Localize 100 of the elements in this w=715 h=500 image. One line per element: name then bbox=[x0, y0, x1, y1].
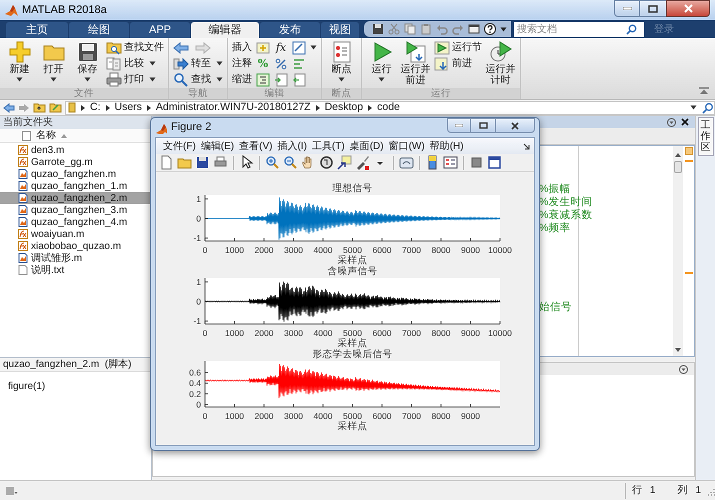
column-header[interactable]: 名称 bbox=[0, 129, 151, 143]
tick-label: 1000 bbox=[225, 411, 244, 421]
ribbon-button[interactable]: 运行并计时 bbox=[485, 40, 516, 86]
tick-label: 0.4 bbox=[189, 378, 201, 388]
back-arrow-icon[interactable] bbox=[3, 102, 15, 112]
row-label: 插入 bbox=[232, 40, 252, 55]
menu-item[interactable]: 窗口(W) bbox=[388, 138, 426, 154]
help-icon[interactable] bbox=[484, 23, 496, 35]
menu-item[interactable]: 帮助(H) bbox=[428, 138, 465, 154]
tick-label: 9000 bbox=[461, 328, 480, 338]
panel-layout-icon[interactable] bbox=[6, 486, 18, 496]
file-row[interactable]: quzao_fangzhen_2.m bbox=[0, 192, 151, 204]
wrap-comment-icon[interactable] bbox=[292, 56, 306, 70]
scroll-down-icon[interactable] bbox=[675, 347, 681, 353]
path-segment[interactable]: code bbox=[377, 100, 400, 116]
script-file-icon bbox=[18, 181, 28, 191]
path-field[interactable]: C: Users Administrator.WIN7U-20180127Z Desktop code bbox=[65, 100, 715, 114]
tick-label: 9000 bbox=[461, 245, 480, 255]
data-cursor-icon[interactable] bbox=[337, 155, 352, 170]
group-label: 断点 bbox=[322, 88, 361, 99]
status-value: 1 bbox=[695, 484, 701, 498]
caret-icon[interactable] bbox=[690, 105, 697, 110]
scrollbar[interactable] bbox=[673, 146, 683, 356]
zoom-in-icon[interactable] bbox=[265, 155, 280, 170]
scroll-up-icon[interactable] bbox=[675, 152, 681, 158]
menu-item[interactable]: 文件(F) bbox=[162, 138, 197, 154]
close-icon[interactable] bbox=[681, 118, 689, 126]
ribbon-button[interactable]: 打开 bbox=[38, 40, 69, 82]
ribbon-tab[interactable]: APP bbox=[130, 22, 190, 38]
indent-icon[interactable] bbox=[256, 72, 270, 86]
document-edit-icon[interactable] bbox=[292, 40, 306, 54]
insert-icon[interactable] bbox=[256, 40, 270, 54]
chevron-icon bbox=[81, 104, 85, 110]
ribbon-button[interactable]: 转至 bbox=[173, 56, 223, 71]
rotate-icon[interactable] bbox=[319, 155, 334, 170]
menu-item[interactable]: 插入(I) bbox=[276, 138, 308, 154]
panel-menu-icon[interactable] bbox=[679, 364, 688, 374]
legend-icon[interactable] bbox=[443, 155, 458, 170]
tick-label: 0 bbox=[202, 328, 208, 338]
tick-label: 6000 bbox=[372, 328, 392, 338]
comment-icon[interactable] bbox=[274, 56, 288, 70]
maximize-button[interactable] bbox=[471, 118, 495, 133]
plot-title: 含噪声信号 bbox=[328, 266, 378, 277]
ribbon-button[interactable]: 查找文件 bbox=[106, 40, 164, 55]
ribbon-button[interactable]: 运行并前进 bbox=[400, 40, 431, 86]
tick-label: 6000 bbox=[372, 245, 392, 255]
path-segment[interactable]: Desktop bbox=[324, 100, 364, 116]
function-file-icon bbox=[18, 241, 28, 251]
ribbon-button[interactable]: 保存 bbox=[72, 40, 103, 82]
zoom-out-icon[interactable] bbox=[283, 155, 298, 170]
search-icon[interactable] bbox=[702, 102, 714, 114]
tick-label: 3000 bbox=[284, 245, 303, 255]
menu-item[interactable]: 工具(T) bbox=[310, 138, 346, 154]
ribbon-button[interactable]: 新建 bbox=[4, 40, 35, 82]
chevron-icon bbox=[106, 104, 110, 110]
ribbon-button[interactable]: 断点 bbox=[326, 40, 357, 82]
ribbon-button[interactable]: 运行 bbox=[366, 40, 397, 82]
ribbon-tab[interactable]: 发布 bbox=[260, 22, 320, 38]
dock-arrow-icon[interactable] bbox=[523, 142, 530, 150]
menu-item[interactable]: 编辑(E) bbox=[200, 138, 236, 154]
panel-title: 当前文件夹 bbox=[0, 116, 151, 129]
side-tab[interactable]: 工作区 bbox=[698, 117, 714, 156]
symbol-button[interactable]: fx bbox=[274, 40, 288, 54]
path-segment[interactable]: Administrator.WIN7U-20180127Z bbox=[156, 100, 311, 116]
brush-icon[interactable] bbox=[355, 155, 370, 170]
ribbon-button[interactable]: 运行节 bbox=[434, 40, 482, 55]
minimize-button[interactable] bbox=[614, 0, 640, 17]
link-plot-icon[interactable] bbox=[399, 155, 414, 170]
tick-label: -1 bbox=[193, 316, 201, 326]
panel-menu-icon[interactable] bbox=[667, 118, 676, 126]
square-icon[interactable] bbox=[469, 155, 484, 170]
group-label: 编辑 bbox=[228, 88, 321, 99]
collapse-icon[interactable] bbox=[699, 87, 709, 95]
ribbon-button[interactable]: 前进 bbox=[434, 56, 482, 71]
ribbon-button[interactable]: 查找 bbox=[173, 72, 223, 87]
ribbon-tab[interactable]: 绘图 bbox=[69, 22, 129, 38]
ribbon-tab[interactable]: 视图 bbox=[321, 22, 359, 38]
tick-label: 0 bbox=[202, 245, 208, 255]
magnifier-icon bbox=[173, 72, 189, 87]
path-segment[interactable]: Users bbox=[114, 100, 142, 116]
window-layout-icon[interactable] bbox=[468, 23, 480, 35]
copy-icon[interactable] bbox=[404, 23, 416, 35]
back-arrow-icon[interactable] bbox=[173, 42, 189, 54]
close-button[interactable] bbox=[666, 0, 710, 17]
search-icon[interactable] bbox=[626, 24, 637, 34]
indent-left-icon[interactable] bbox=[292, 72, 306, 86]
ribbon-button[interactable]: 打印 bbox=[106, 72, 164, 87]
scroll-thumb[interactable] bbox=[674, 161, 682, 173]
caret-icon[interactable] bbox=[500, 26, 507, 32]
ribbon-tab[interactable]: 编辑器 bbox=[191, 22, 259, 38]
folder-up-icon[interactable] bbox=[33, 102, 46, 113]
tick-label: 0.6 bbox=[189, 368, 201, 378]
close-button[interactable] bbox=[495, 118, 535, 133]
ribbon-button[interactable]: 比较 bbox=[106, 56, 164, 71]
axes-box-icon[interactable] bbox=[487, 155, 502, 170]
maximize-button[interactable] bbox=[640, 0, 666, 17]
ribbon-tab[interactable]: 主页 bbox=[6, 22, 68, 38]
path-segment[interactable]: C: bbox=[90, 100, 100, 116]
menu-item[interactable]: 查看(V) bbox=[238, 138, 274, 154]
menu-item[interactable]: 桌面(D) bbox=[348, 138, 385, 154]
